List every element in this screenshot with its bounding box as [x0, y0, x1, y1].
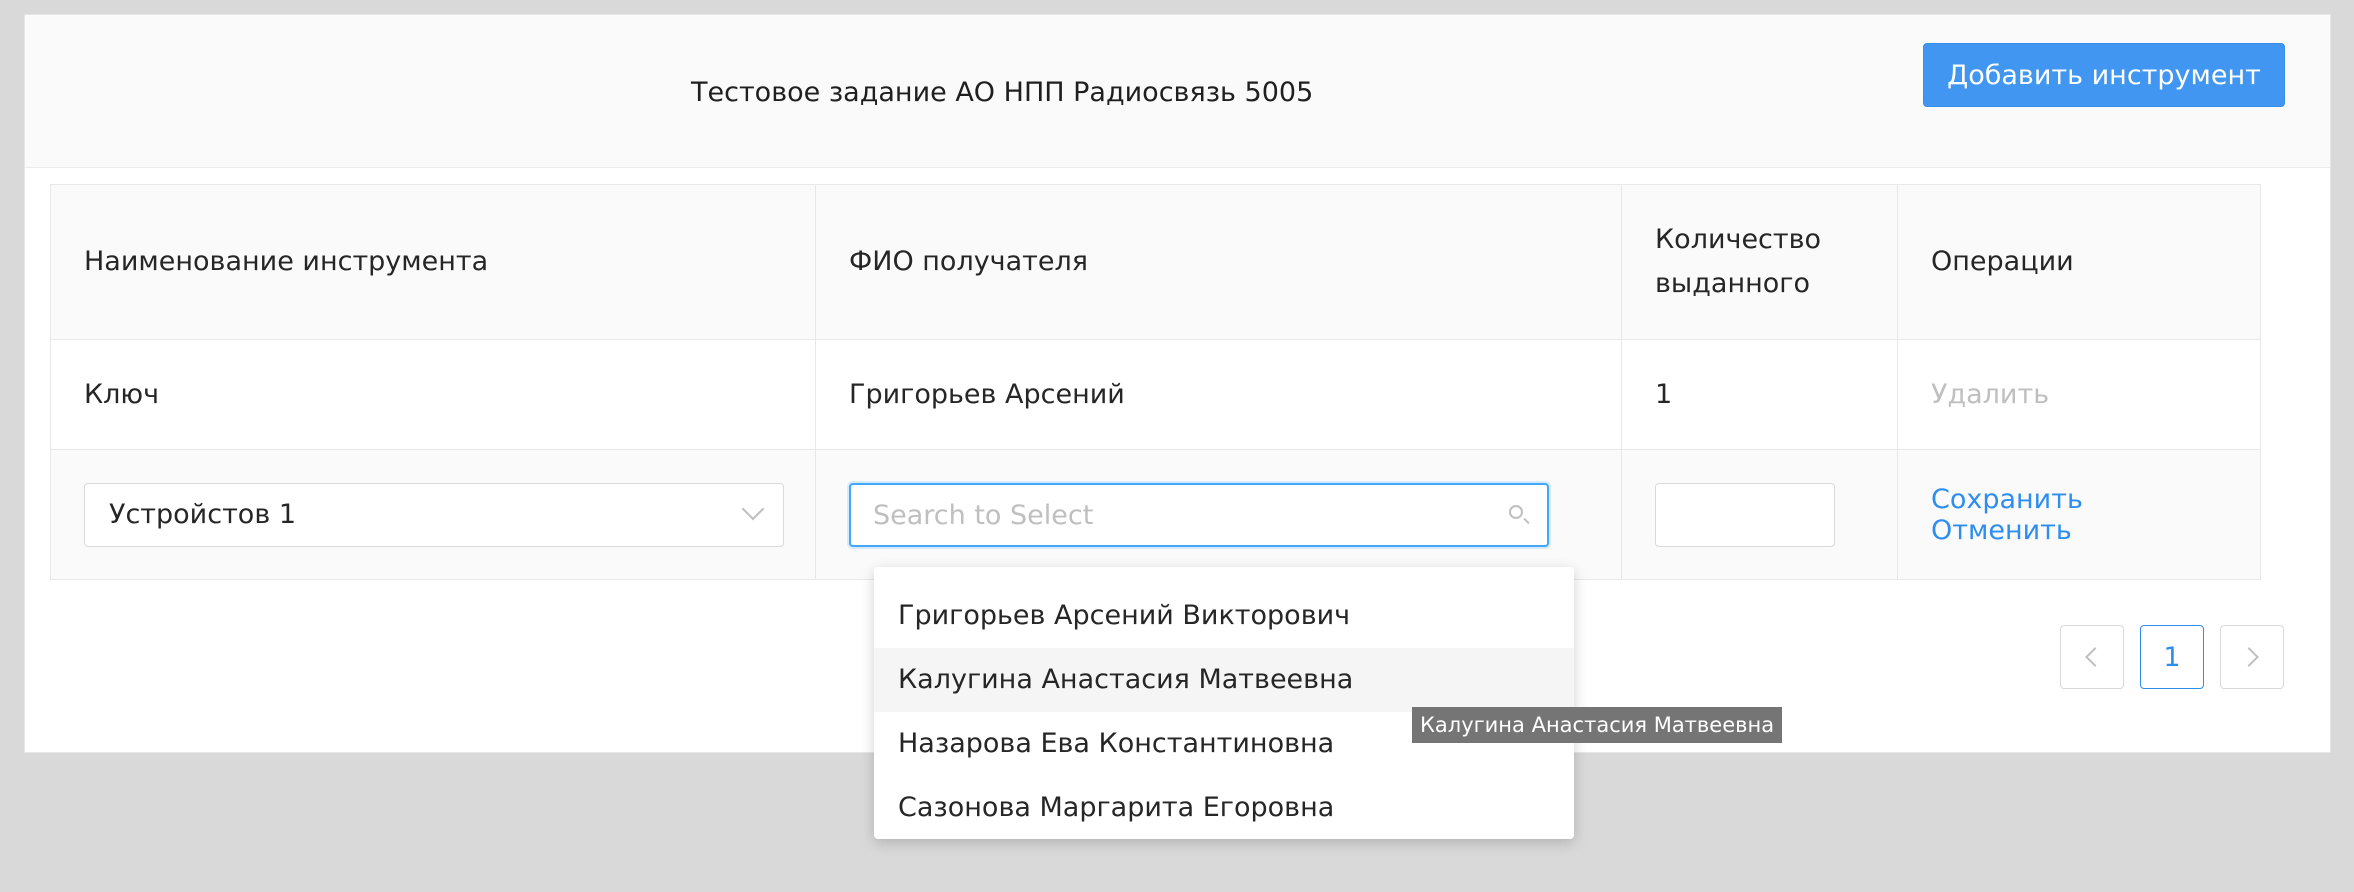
recipient-search-select[interactable] — [849, 482, 1549, 547]
cell-recipient-search — [815, 449, 1622, 580]
tool-select[interactable]: Устройстов 1 — [84, 482, 784, 547]
recipient-dropdown: Григорьев Арсений Викторович Калугина Ан… — [874, 567, 1574, 839]
page-title: Тестовое задание АО НПП Радиосвязь 5005 — [691, 77, 1314, 108]
column-header-quantity: Количество выданного — [1621, 184, 1898, 340]
cell-edit-operations: Сохранить Отменить — [1897, 449, 2261, 580]
next-page-button[interactable] — [2220, 625, 2284, 689]
page-1-button[interactable]: 1 — [2140, 625, 2204, 689]
page-header: Тестовое задание АО НПП Радиосвязь 5005 … — [25, 15, 2330, 168]
cell-quantity: 1 — [1621, 339, 1898, 450]
dropdown-option[interactable]: Калугина Анастасия Матвеевна — [874, 648, 1574, 712]
column-header-operations: Операции — [1897, 184, 2261, 340]
table-row: Ключ Григорьев Арсений 1 Удалить — [50, 339, 2261, 450]
dropdown-option[interactable]: Григорьев Арсений Викторович — [874, 584, 1574, 648]
recipient-search-input[interactable] — [851, 484, 1495, 547]
save-link[interactable]: Сохранить — [1931, 484, 2083, 515]
quantity-input[interactable] — [1655, 482, 1835, 547]
tooltip: Калугина Анастасия Матвеевна — [1412, 707, 1783, 743]
column-header-recipient: ФИО получателя — [815, 184, 1622, 340]
table-header-row: Наименование инструмента ФИО получателя … — [50, 184, 2261, 340]
chevron-down-icon — [741, 497, 765, 520]
cell-recipient: Григорьев Арсений — [815, 339, 1622, 450]
dropdown-option[interactable]: Сазонова Маргарита Егоровна — [874, 776, 1574, 840]
cell-operations: Удалить — [1897, 339, 2261, 450]
column-header-tool: Наименование инструмента — [50, 184, 816, 340]
prev-page-button[interactable] — [2060, 625, 2124, 689]
search-icon — [1509, 504, 1523, 519]
edit-row: Устройстов 1 Сохранить Отменить — [50, 449, 2261, 580]
cancel-link[interactable]: Отменить — [1931, 515, 2072, 546]
chevron-left-icon — [2085, 647, 2105, 667]
delete-link[interactable]: Удалить — [1931, 379, 2049, 410]
cell-quantity-input — [1621, 449, 1898, 580]
cell-tool-select: Устройстов 1 — [50, 449, 816, 580]
tools-table: Наименование инструмента ФИО получателя … — [50, 184, 2261, 580]
chevron-right-icon — [2239, 647, 2259, 667]
add-tool-button[interactable]: Добавить инструмент — [1923, 43, 2285, 107]
tool-select-value: Устройстов 1 — [109, 499, 296, 530]
cell-tool: Ключ — [50, 339, 816, 450]
